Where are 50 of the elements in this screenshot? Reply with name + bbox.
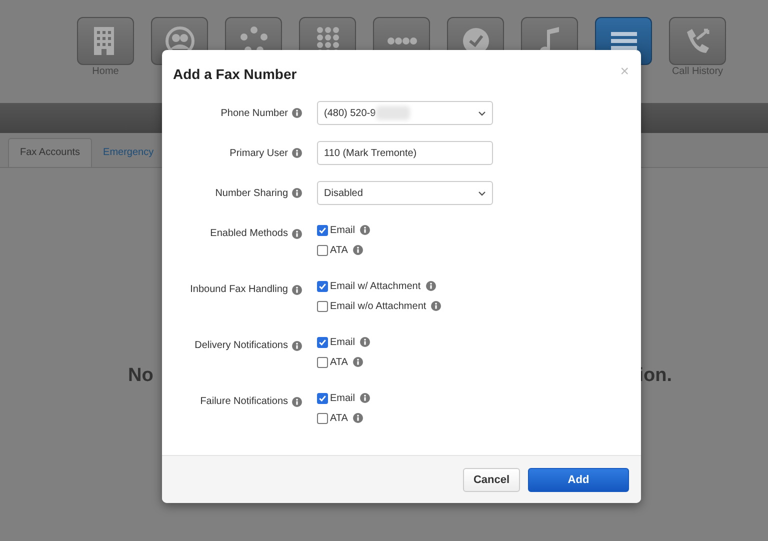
- option-label: Email: [330, 336, 356, 348]
- field-label: Failure Notifications: [200, 396, 288, 407]
- option-label: Email w/o Attachment: [330, 300, 426, 312]
- info-icon: [360, 393, 370, 403]
- info-icon: [352, 357, 363, 367]
- checkbox[interactable]: [317, 244, 328, 256]
- cancel-button[interactable]: Cancel: [463, 468, 520, 492]
- field-label: Inbound Fax Handling: [190, 284, 288, 295]
- input-field[interactable]: 110 (Mark Tremonte): [317, 141, 493, 165]
- option-label: ATA: [330, 412, 348, 424]
- checkbox[interactable]: [317, 280, 328, 292]
- info-icon: [352, 245, 363, 255]
- toolbar-label: Call History: [672, 66, 724, 77]
- checkbox[interactable]: [317, 224, 328, 236]
- empty-message-text: No: [128, 365, 154, 387]
- info-icon: [292, 340, 302, 350]
- field-label: Number Sharing: [215, 188, 288, 198]
- checkbox[interactable]: [317, 356, 328, 368]
- checkbox[interactable]: [317, 412, 328, 424]
- dialog-title: Add a Fax Number: [173, 66, 297, 82]
- field-label: Primary User: [230, 148, 288, 158]
- chevron-icon: [478, 110, 486, 116]
- info-icon: [431, 301, 442, 311]
- option-label: ATA: [330, 244, 348, 256]
- info-icon: [292, 228, 302, 238]
- field-label: Enabled Methods: [210, 228, 288, 239]
- dropdown[interactable]: Disabled: [317, 181, 493, 205]
- option-label: Email w/ Attachment: [330, 280, 421, 292]
- info-icon: [360, 337, 370, 347]
- checkbox[interactable]: [317, 336, 328, 348]
- info-icon: [352, 413, 363, 423]
- chevron-icon: [478, 190, 486, 196]
- option-label: Email: [330, 224, 356, 236]
- add-button[interactable]: Add: [528, 468, 629, 492]
- info-icon: [292, 396, 302, 406]
- field-label: Phone Number: [220, 108, 288, 118]
- info-icon: [292, 284, 302, 294]
- checkbox[interactable]: [317, 392, 328, 404]
- info-icon: [292, 148, 302, 158]
- option-label: Email: [330, 392, 356, 404]
- dots-icon: [386, 37, 416, 45]
- info-icon: [426, 281, 436, 291]
- field-label: Delivery Notifications: [194, 340, 288, 351]
- option-label: ATA: [330, 356, 348, 368]
- info-icon: [292, 108, 302, 118]
- toolbar-label: Home: [92, 66, 119, 77]
- info-icon: [360, 225, 370, 235]
- info-icon: [292, 188, 302, 198]
- dropdown[interactable]: (480) 520-9: [317, 101, 493, 125]
- checkbox[interactable]: [317, 300, 328, 312]
